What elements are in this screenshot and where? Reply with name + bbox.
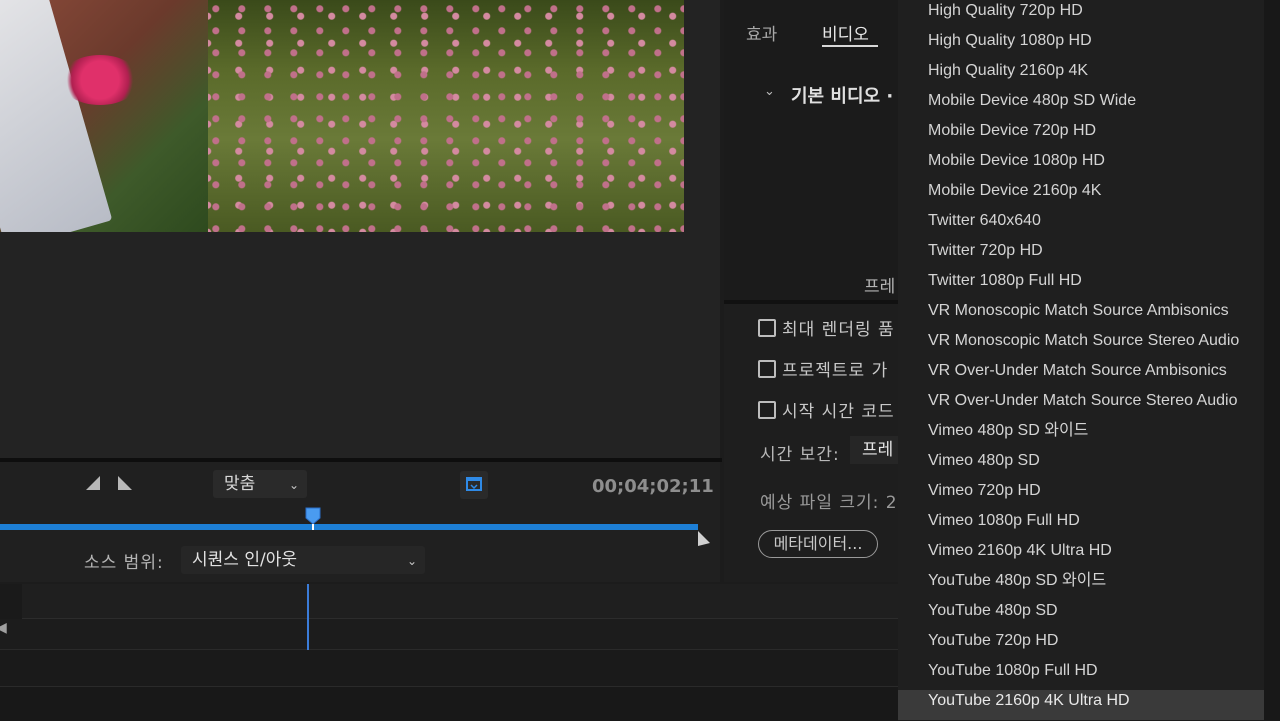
preset-menu-item[interactable]: Vimeo 1080p Full HD <box>898 510 1264 540</box>
timeline-footer <box>0 686 898 721</box>
preset-menu-item[interactable]: YouTube 480p SD 와이드 <box>898 570 1264 600</box>
overlay-photo <box>0 0 208 232</box>
scrub-bar[interactable] <box>0 524 698 530</box>
video-preview-frame <box>0 0 684 232</box>
preset-menu-item[interactable]: YouTube 480p SD <box>898 600 1264 630</box>
mark-out-icon[interactable] <box>118 476 132 490</box>
source-range-dropdown[interactable]: 시퀀스 인/아웃 ⌄ <box>181 546 425 574</box>
overlay-card <box>0 0 113 232</box>
preset-menu-item[interactable]: Vimeo 2160p 4K Ultra HD <box>898 540 1264 570</box>
preset-menu-item[interactable]: Vimeo 480p SD 와이드 <box>898 420 1264 450</box>
mark-in-icon[interactable] <box>86 476 100 490</box>
preset-menu-item[interactable]: VR Over-Under Match Source Stereo Audio <box>898 390 1264 420</box>
start-timecode-checkbox[interactable]: 시작 시간 코드 <box>758 397 895 422</box>
out-point-handle-icon[interactable] <box>697 531 711 547</box>
time-interpolation-dropdown[interactable]: 프레 <box>850 436 898 464</box>
active-tab-indicator <box>822 45 878 47</box>
preset-menu-item[interactable]: High Quality 720p HD <box>898 0 1264 30</box>
preset-menu-item[interactable]: Mobile Device 720p HD <box>898 120 1264 150</box>
timeline-playhead[interactable] <box>307 584 309 650</box>
preset-menu-item[interactable]: Vimeo 720p HD <box>898 480 1264 510</box>
export-frame-icon <box>466 477 482 491</box>
menu-scrollbar[interactable] <box>1264 0 1280 720</box>
checkbox-label: 최대 렌더링 품 <box>782 320 895 340</box>
timeline-ruler[interactable] <box>22 584 898 619</box>
checkbox-box[interactable] <box>758 319 776 337</box>
basic-video-heading[interactable]: 기본 비디오 · <box>791 82 893 108</box>
preset-menu-item[interactable]: Mobile Device 480p SD Wide <box>898 90 1264 120</box>
overlay-flowers <box>60 55 140 105</box>
preset-menu-item[interactable]: YouTube 1080p Full HD <box>898 660 1264 690</box>
chevron-down-icon: ⌄ <box>407 554 418 568</box>
preset-menu-item[interactable]: Twitter 720p HD <box>898 240 1264 270</box>
source-range-label: 소스 범위: <box>84 553 164 573</box>
estimated-file-size: 예상 파일 크기: 2 <box>760 493 898 513</box>
speaker-icon[interactable]: ◀ <box>0 620 7 636</box>
tab-effects[interactable]: 효과 <box>746 20 777 45</box>
preset-menu-item[interactable]: Mobile Device 2160p 4K <box>898 180 1264 210</box>
tab-video[interactable]: 비디오 <box>822 20 869 45</box>
preset-menu-item[interactable]: VR Monoscopic Match Source Ambisonics <box>898 300 1264 330</box>
preset-menu-item[interactable]: VR Over-Under Match Source Ambisonics <box>898 360 1264 390</box>
fit-zoom-dropdown[interactable]: 맞춤 ⌄ <box>213 470 307 498</box>
chevron-down-icon: ⌄ <box>289 478 300 492</box>
fit-zoom-label: 맞춤 <box>224 474 256 494</box>
metadata-button[interactable]: 메타데이터... <box>758 530 878 558</box>
export-frame-button[interactable] <box>460 471 488 499</box>
preset-menu-item[interactable]: High Quality 1080p HD <box>898 30 1264 60</box>
preset-menu-item[interactable]: YouTube 2160p 4K Ultra HD <box>898 690 1264 720</box>
time-interpolation-label: 시간 보간: <box>760 445 840 465</box>
playhead-timecode[interactable]: 00;04;02;11 <box>592 476 714 497</box>
settings-separator <box>724 300 898 304</box>
checkbox-box[interactable] <box>758 360 776 378</box>
max-render-quality-checkbox[interactable]: 최대 렌더링 품 <box>758 315 895 340</box>
preset-menu-item[interactable]: Twitter 640x640 <box>898 210 1264 240</box>
preset-menu-item[interactable]: YouTube 720p HD <box>898 630 1264 660</box>
preset-menu-item[interactable]: VR Monoscopic Match Source Stereo Audio <box>898 330 1264 360</box>
checkbox-box[interactable] <box>758 401 776 419</box>
source-range-value: 시퀀스 인/아웃 <box>192 550 297 570</box>
playhead-marker-icon[interactable] <box>304 506 322 530</box>
timeline-track[interactable] <box>0 619 898 650</box>
chevron-down-icon[interactable]: ⌄ <box>764 84 775 99</box>
preset-menu-item[interactable]: High Quality 2160p 4K <box>898 60 1264 90</box>
checkbox-label: 시작 시간 코드 <box>782 402 895 422</box>
frame-rate-label: 프레 <box>864 277 896 297</box>
preset-menu-item[interactable]: Mobile Device 1080p HD <box>898 150 1264 180</box>
import-into-project-checkbox[interactable]: 프로젝트로 가 <box>758 356 888 381</box>
checkbox-label: 프로젝트로 가 <box>782 361 889 381</box>
preset-menu-item[interactable]: Twitter 1080p Full HD <box>898 270 1264 300</box>
preset-menu-item[interactable]: Vimeo 480p SD <box>898 450 1264 480</box>
